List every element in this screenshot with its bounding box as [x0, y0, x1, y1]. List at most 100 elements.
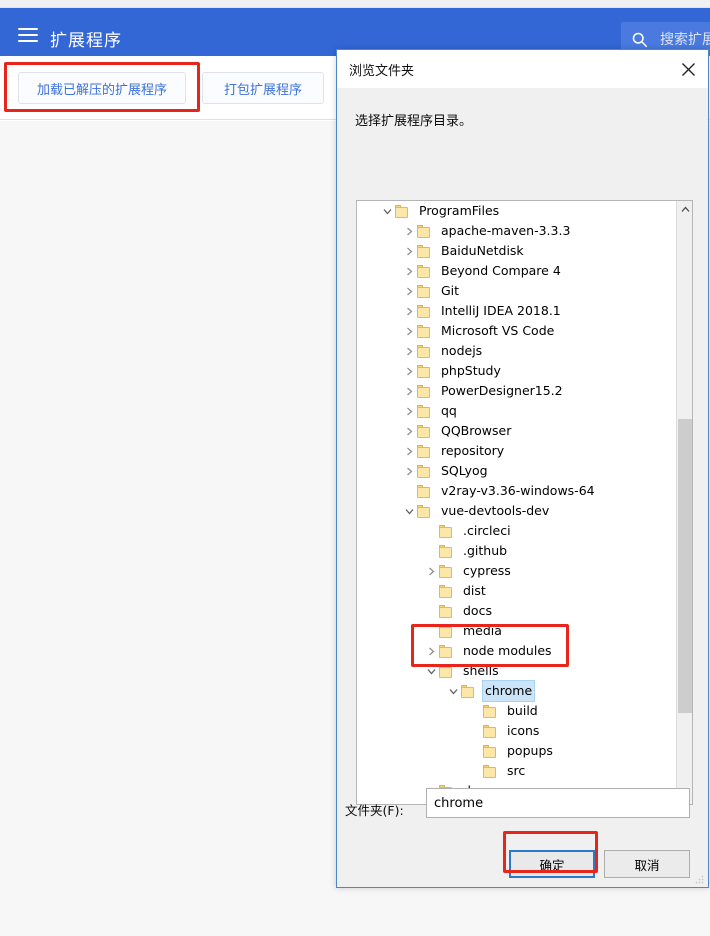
tree-item-label: shells [463, 663, 499, 678]
folder-icon [461, 684, 476, 698]
folder-icon [439, 564, 454, 578]
tree-item[interactable]: repository [357, 441, 677, 461]
folder-icon [439, 584, 454, 598]
dialog-titlebar: 浏览文件夹 [337, 50, 708, 88]
folder-icon [417, 264, 432, 278]
chevron-right-icon[interactable] [401, 401, 417, 421]
screen: 扩展程序 搜索扩展 加载已解压的扩展程序 打包扩展程序 浏览文件夹 选择扩展程序… [0, 0, 710, 936]
tree-item[interactable]: icons [357, 721, 677, 741]
folder-name-input[interactable] [426, 788, 690, 818]
tree-item[interactable]: BaiduNetdisk [357, 241, 677, 261]
tree-item-label: .github [463, 543, 508, 558]
tree-item[interactable]: shells [357, 661, 677, 681]
folder-icon [417, 484, 432, 498]
tree-item[interactable]: ProgramFiles [357, 201, 677, 221]
tree-item[interactable]: build [357, 701, 677, 721]
tree-item[interactable]: Microsoft VS Code [357, 321, 677, 341]
browse-folder-dialog: 浏览文件夹 选择扩展程序目录。 ProgramFiles apache-maven… [336, 49, 709, 888]
tree-item[interactable]: SQLyog [357, 461, 677, 481]
chevron-down-icon[interactable] [379, 201, 395, 221]
tree-item[interactable]: vue-devtools-dev [357, 501, 677, 521]
folder-tree-list[interactable]: ProgramFiles apache-maven-3.3.3 BaiduNetdi… [357, 201, 677, 804]
folder-icon [439, 544, 454, 558]
search-icon [632, 32, 648, 47]
chevron-right-icon[interactable] [401, 341, 417, 361]
tree-item[interactable]: node modules [357, 641, 677, 661]
chevron-down-icon[interactable] [445, 681, 461, 701]
tree-item-label: icons [507, 723, 540, 738]
chevron-down-icon[interactable] [401, 501, 417, 521]
folder-icon [439, 624, 454, 638]
tree-item-label: PowerDesigner15.2 [441, 383, 563, 398]
chevron-right-icon[interactable] [401, 441, 417, 461]
tree-item[interactable]: dist [357, 581, 677, 601]
tree-item[interactable]: QQBrowser [357, 421, 677, 441]
tree-item[interactable]: popups [357, 741, 677, 761]
tree-item[interactable]: Git [357, 281, 677, 301]
folder-icon [417, 224, 432, 238]
resize-grip-icon[interactable] [694, 874, 704, 884]
cancel-button[interactable]: 取消 [604, 850, 690, 878]
chevron-right-icon[interactable] [401, 361, 417, 381]
dialog-body: 选择扩展程序目录。 ProgramFiles apache-maven-3.3.3… [337, 88, 708, 887]
folder-tree[interactable]: ProgramFiles apache-maven-3.3.3 BaiduNetdi… [356, 200, 693, 805]
chevron-right-icon[interactable] [401, 221, 417, 241]
tree-item[interactable]: cypress [357, 561, 677, 581]
chevron-right-icon[interactable] [423, 641, 439, 661]
tree-item[interactable]: PowerDesigner15.2 [357, 381, 677, 401]
tree-scrollbar[interactable] [676, 201, 692, 804]
ok-button[interactable]: 确定 [509, 850, 595, 878]
chevron-down-icon[interactable] [423, 661, 439, 681]
tree-item[interactable]: src [357, 761, 677, 781]
tree-item-label: Microsoft VS Code [441, 323, 555, 338]
close-icon[interactable] [674, 56, 702, 82]
tree-item[interactable]: IntelliJ IDEA 2018.1 [357, 301, 677, 321]
dialog-title: 浏览文件夹 [349, 64, 415, 79]
chevron-right-icon[interactable] [401, 321, 417, 341]
tree-item-label: repository [441, 443, 505, 458]
tree-item[interactable]: .circleci [357, 521, 677, 541]
tree-item-label: build [507, 703, 538, 718]
tree-scrollbar-thumb[interactable] [678, 419, 692, 713]
tree-item-label: v2ray-v3.36-windows-64 [441, 483, 595, 498]
chevron-right-icon[interactable] [401, 381, 417, 401]
tree-item[interactable]: apache-maven-3.3.3 [357, 221, 677, 241]
folder-icon [417, 344, 432, 358]
pack-extension-button[interactable]: 打包扩展程序 [202, 72, 324, 104]
tree-item-label: chrome [482, 680, 536, 702]
browser-top-strip [0, 0, 710, 8]
tree-item[interactable]: chrome [357, 680, 677, 702]
tree-item-label: IntelliJ IDEA 2018.1 [441, 303, 561, 318]
tree-item-label: node modules [463, 643, 552, 658]
folder-name-label: 文件夹(F): [345, 803, 404, 818]
load-unpacked-button[interactable]: 加载已解压的扩展程序 [18, 72, 186, 104]
folder-icon [417, 444, 432, 458]
folder-icon [483, 764, 498, 778]
chevron-right-icon[interactable] [401, 241, 417, 261]
tree-item[interactable]: Beyond Compare 4 [357, 261, 677, 281]
tree-item-label: Beyond Compare 4 [441, 263, 561, 278]
chevron-right-icon[interactable] [423, 561, 439, 581]
chevron-up-icon[interactable] [677, 201, 692, 218]
tree-item[interactable]: .github [357, 541, 677, 561]
tree-item-label: src [507, 763, 526, 778]
folder-icon [417, 304, 432, 318]
folder-icon [439, 604, 454, 618]
chevron-right-icon[interactable] [401, 301, 417, 321]
hamburger-menu-icon[interactable] [18, 28, 38, 43]
tree-item-label: .circleci [463, 523, 511, 538]
folder-icon [439, 664, 454, 678]
tree-item[interactable]: v2ray-v3.36-windows-64 [357, 481, 677, 501]
chevron-right-icon[interactable] [401, 461, 417, 481]
chevron-right-icon[interactable] [401, 421, 417, 441]
chevron-right-icon[interactable] [401, 261, 417, 281]
tree-item[interactable]: nodejs [357, 341, 677, 361]
tree-item[interactable]: media [357, 621, 677, 641]
tree-item[interactable]: qq [357, 401, 677, 421]
folder-icon [417, 404, 432, 418]
tree-item[interactable]: docs [357, 601, 677, 621]
chevron-right-icon[interactable] [401, 281, 417, 301]
dialog-prompt: 选择扩展程序目录。 [355, 114, 473, 129]
tree-item[interactable]: phpStudy [357, 361, 677, 381]
tree-item-label: media [463, 623, 502, 638]
